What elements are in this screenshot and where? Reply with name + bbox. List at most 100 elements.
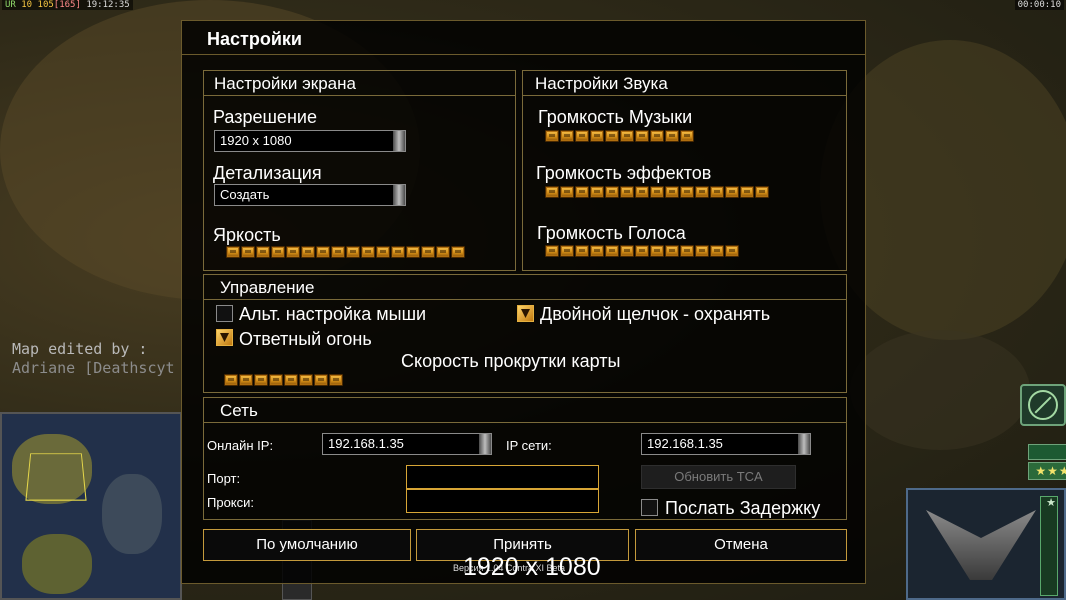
slider-segment <box>605 130 619 142</box>
scroll-speed-slider[interactable] <box>224 374 343 386</box>
proxy-input[interactable] <box>406 489 599 513</box>
sound-settings-group: Настройки Звука Громкость Музыки Громкос… <box>522 70 847 271</box>
settings-dialog: Настройки Настройки экрана Разрешение 19… <box>181 20 866 584</box>
slider-segment <box>286 246 300 258</box>
rank-bar <box>1028 444 1066 460</box>
slider-segment <box>329 374 343 386</box>
command-bar: ★★★ <box>1014 384 1066 480</box>
effects-volume-slider[interactable] <box>545 186 769 198</box>
double-click-guard-label: Двойной щелчок - охранять <box>540 304 771 324</box>
hud-stat-c: 105 <box>37 0 54 10</box>
slider-segment <box>605 245 619 257</box>
dropdown-arrow-icon <box>393 131 405 151</box>
slider-segment <box>284 374 298 386</box>
hud-stats: UR 10 105[165] 19:12:35 <box>2 0 133 10</box>
slider-segment <box>590 245 604 257</box>
slider-segment <box>451 246 465 258</box>
group-divider <box>204 422 846 423</box>
radar-button[interactable] <box>1020 384 1066 426</box>
hud-stat-b: 10 <box>21 0 33 10</box>
hud-stat-d: [165] <box>53 0 81 10</box>
slider-segment <box>361 246 375 258</box>
slider-segment <box>575 245 589 257</box>
online-ip-value: 192.168.1.35 <box>328 436 404 451</box>
screen-settings-title: Настройки экрана <box>214 74 356 93</box>
resolution-overlay: 1920 x 1080 <box>463 553 601 581</box>
slider-segment <box>680 186 694 198</box>
slider-segment <box>224 374 238 386</box>
screen-settings-group: Настройки экрана Разрешение 1920 x 1080 … <box>203 70 516 271</box>
lan-ip-dropdown[interactable]: 192.168.1.35 <box>641 433 811 455</box>
slider-segment <box>314 374 328 386</box>
slider-segment <box>710 245 724 257</box>
detail-dropdown[interactable]: Создать <box>214 184 406 206</box>
cancel-button[interactable]: Отмена <box>635 529 847 561</box>
slider-segment <box>316 246 330 258</box>
slider-segment <box>241 246 255 258</box>
slider-segment <box>301 246 315 258</box>
minimap-land <box>22 534 92 594</box>
port-label: Порт: <box>207 471 241 486</box>
controls-title: Управление <box>220 278 315 297</box>
map-credit-author: Adriane [Deathscyt <box>12 359 175 377</box>
slider-segment <box>620 245 634 257</box>
slider-segment <box>635 245 649 257</box>
power-gauge <box>1040 496 1058 596</box>
slider-segment <box>269 374 283 386</box>
slider-segment <box>271 246 285 258</box>
port-input[interactable] <box>406 465 599 489</box>
slider-segment <box>299 374 313 386</box>
rank-stars-icon: ★★★ <box>1028 462 1066 480</box>
network-title: Сеть <box>220 401 258 420</box>
group-divider <box>204 299 846 300</box>
slider-segment <box>710 186 724 198</box>
controls-group: Управление Альт. настройка мыши Двойной … <box>203 274 847 393</box>
group-divider <box>523 95 846 96</box>
slider-segment <box>545 245 559 257</box>
slider-segment <box>665 130 679 142</box>
brightness-slider[interactable] <box>226 246 465 258</box>
game-timer: 00:00:10 <box>1014 0 1064 10</box>
minimap[interactable] <box>0 412 182 600</box>
slider-segment <box>331 246 345 258</box>
return-fire-checkbox[interactable] <box>216 329 233 346</box>
title-divider <box>182 54 865 55</box>
slider-segment <box>665 186 679 198</box>
alt-mouse-checkbox[interactable] <box>216 305 233 322</box>
send-delay-label: Послать Задержку <box>665 498 821 518</box>
online-ip-dropdown[interactable]: 192.168.1.35 <box>322 433 492 455</box>
map-credit-line: Map edited by : <box>12 340 148 358</box>
slider-segment <box>560 245 574 257</box>
effects-volume-label: Громкость эффектов <box>536 163 712 183</box>
detail-value: Создать <box>220 187 270 202</box>
voice-volume-slider[interactable] <box>545 245 739 257</box>
slider-segment <box>560 130 574 142</box>
slider-segment <box>605 186 619 198</box>
music-volume-label: Громкость Музыки <box>538 107 693 127</box>
radar-icon <box>1028 390 1058 420</box>
double-click-guard-checkbox[interactable] <box>517 305 534 322</box>
music-volume-slider[interactable] <box>545 130 694 142</box>
voice-volume-label: Громкость Голоса <box>537 223 686 243</box>
resolution-dropdown[interactable]: 1920 x 1080 <box>214 130 406 152</box>
slider-segment <box>650 245 664 257</box>
slider-segment <box>376 246 390 258</box>
slider-segment <box>421 246 435 258</box>
slider-segment <box>620 130 634 142</box>
slider-segment <box>725 245 739 257</box>
update-tca-button[interactable]: Обновить TCA <box>641 465 796 489</box>
eagle-emblem-icon <box>926 510 1036 580</box>
online-ip-label: Онлайн IP: <box>207 438 274 453</box>
slider-segment <box>346 246 360 258</box>
send-delay-checkbox[interactable] <box>641 499 658 516</box>
map-credit: Map edited by : Adriane [Deathscyt <box>12 340 175 378</box>
slider-segment <box>680 245 694 257</box>
restore-defaults-button[interactable]: По умолчанию <box>203 529 411 561</box>
slider-segment <box>560 186 574 198</box>
faction-emblem: ★ <box>906 488 1066 600</box>
minimap-water <box>102 474 162 554</box>
minimap-viewport <box>25 453 87 501</box>
slider-segment <box>406 246 420 258</box>
slider-segment <box>254 374 268 386</box>
slider-segment <box>665 245 679 257</box>
